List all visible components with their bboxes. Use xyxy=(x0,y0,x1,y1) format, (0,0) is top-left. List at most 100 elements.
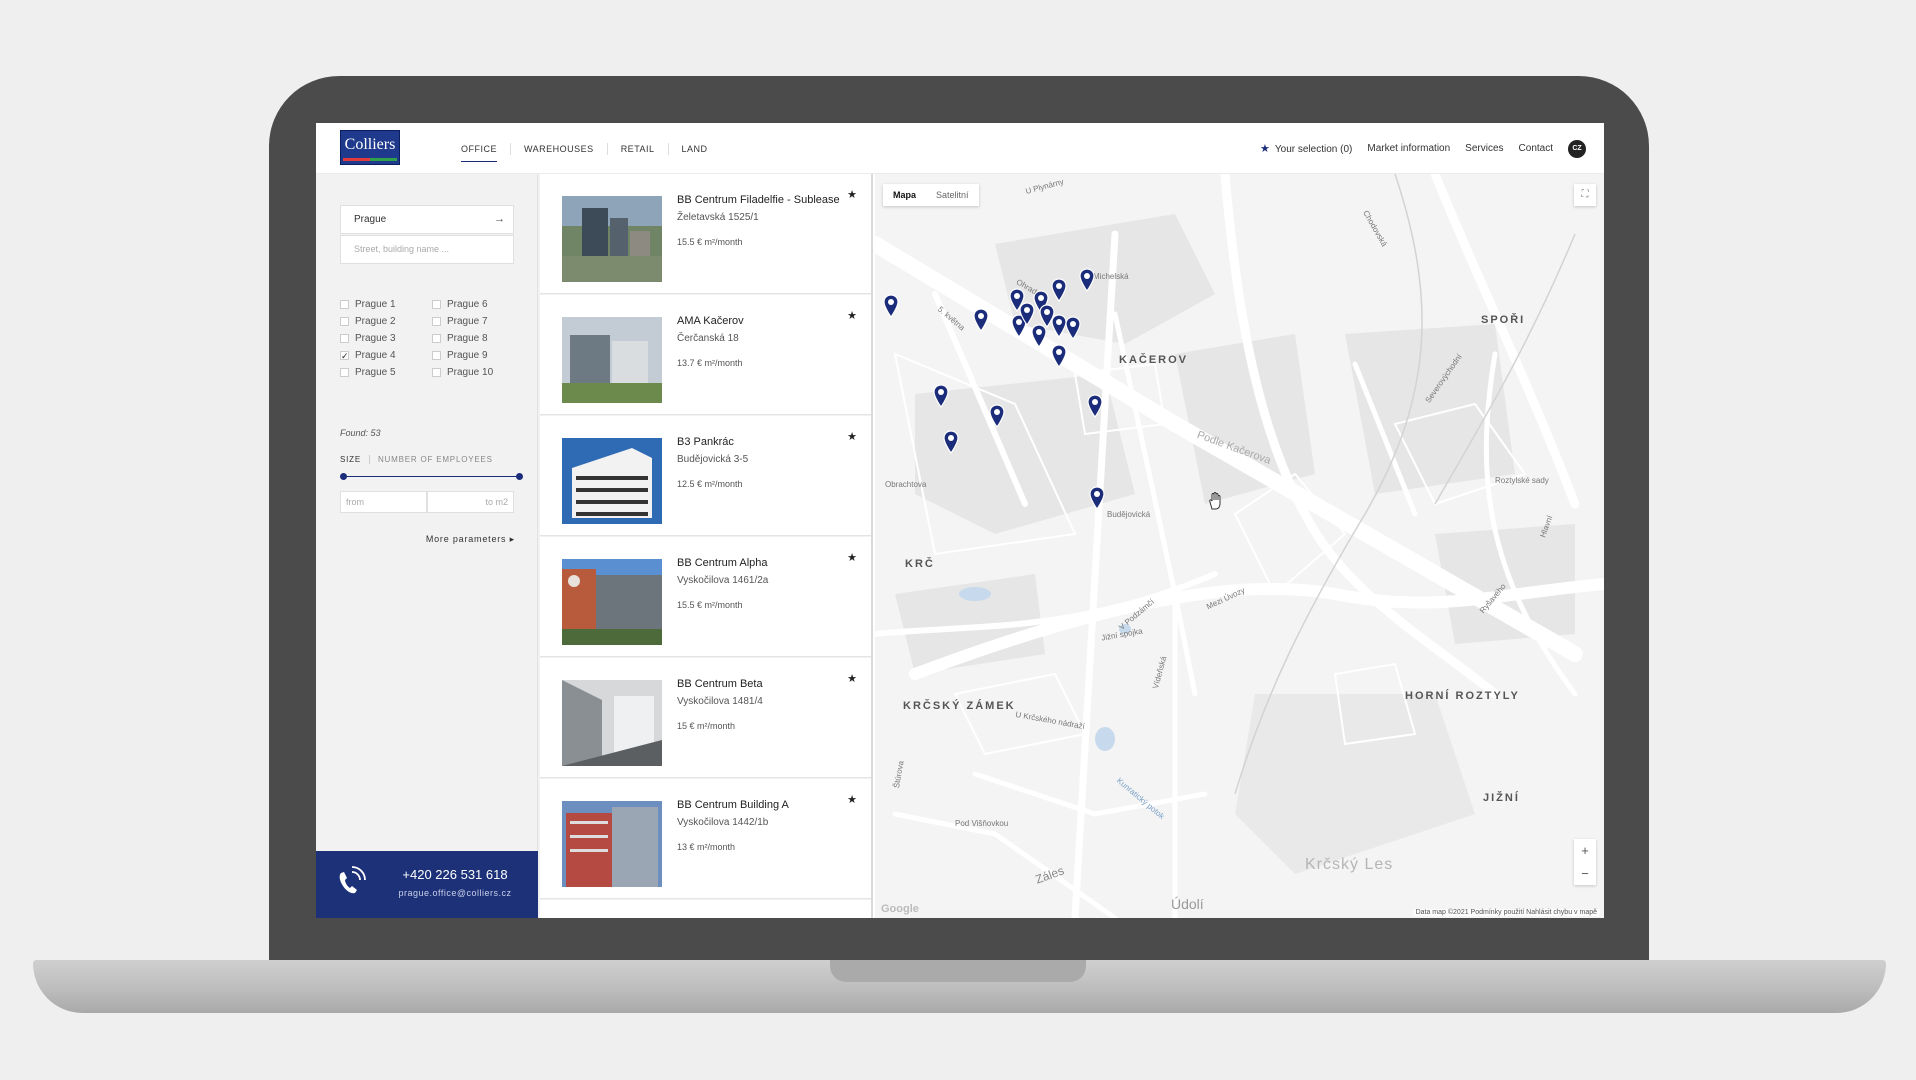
checkbox-icon[interactable] xyxy=(432,333,441,343)
map-tab-satellite[interactable]: Satelitní xyxy=(926,184,979,206)
property-price: 15.5 € m²/month xyxy=(677,237,743,247)
street-label: Roztylské sady xyxy=(1495,476,1549,485)
map-pin-icon[interactable] xyxy=(1019,302,1035,326)
map-attribution[interactable]: Data map ©2021 Podmínky použití Nahlásit… xyxy=(1412,909,1600,916)
district-checkbox[interactable]: Prague 1 xyxy=(340,297,432,311)
nav-retail[interactable]: RETAIL xyxy=(608,142,669,155)
property-title[interactable]: AMA Kačerov xyxy=(677,315,744,327)
checkbox-checked-icon[interactable]: ✓ xyxy=(340,350,349,360)
district-checkbox[interactable]: Prague 3 xyxy=(340,331,432,345)
nav-warehouses[interactable]: WAREHOUSES xyxy=(511,142,608,155)
city-select[interactable]: Prague → xyxy=(340,205,514,234)
map-pin-icon[interactable] xyxy=(1051,344,1067,368)
property-photo xyxy=(562,317,662,403)
your-selection-link[interactable]: ★ Your selection (0) xyxy=(1260,142,1352,155)
more-parameters-link[interactable]: More parameters ▸ xyxy=(426,534,515,545)
favorite-star-icon[interactable]: ★ xyxy=(847,188,857,201)
district-checkbox[interactable]: ✓ Prague 4 xyxy=(340,348,432,362)
checkbox-icon[interactable] xyxy=(432,299,441,309)
district-checkbox[interactable]: Prague 2 xyxy=(340,314,432,328)
map-pin-icon[interactable] xyxy=(1031,324,1047,348)
district-checkbox[interactable]: Prague 10 xyxy=(432,365,520,379)
slider-min-handle[interactable] xyxy=(340,473,347,480)
map-pin-icon[interactable] xyxy=(989,404,1005,428)
district-label: Prague 7 xyxy=(447,315,488,327)
zoom-out-button[interactable]: − xyxy=(1574,862,1596,885)
market-information-link[interactable]: Market information xyxy=(1367,143,1450,154)
services-link[interactable]: Services xyxy=(1465,143,1503,154)
district-checkbox[interactable]: Prague 6 xyxy=(432,297,520,311)
property-title[interactable]: BB Centrum Building A xyxy=(677,799,789,811)
property-title[interactable]: BB Centrum Filadelfie - Sublease xyxy=(677,194,840,206)
language-switch[interactable]: CZ xyxy=(1568,139,1586,158)
map-pin-icon[interactable] xyxy=(1079,268,1095,292)
slider-max-handle[interactable] xyxy=(516,473,523,480)
size-range-slider[interactable] xyxy=(340,473,523,480)
favorite-star-icon[interactable]: ★ xyxy=(847,793,857,806)
street-search-input[interactable]: Street, building name ... xyxy=(340,235,514,264)
arrow-right-icon[interactable]: → xyxy=(494,206,505,233)
property-card[interactable]: BB Centrum Beta Vyskočilova 1481/4 15 € … xyxy=(540,658,871,778)
map-pin-icon[interactable] xyxy=(1087,394,1103,418)
checkbox-icon[interactable] xyxy=(340,333,349,343)
district-checkbox[interactable]: Prague 5 xyxy=(340,365,432,379)
property-photo xyxy=(562,196,662,282)
map-label-krcsky-les: Krčský Les xyxy=(1305,856,1394,873)
tab-size[interactable]: SIZE xyxy=(340,455,370,464)
map-roads xyxy=(875,174,1604,918)
property-price: 12.5 € m²/month xyxy=(677,479,743,489)
property-card[interactable]: AMA Kačerov Čerčanská 18 13.7 € m²/month… xyxy=(540,295,871,415)
map-pin-icon[interactable] xyxy=(973,308,989,332)
colliers-logo[interactable]: Colliers xyxy=(340,130,400,165)
map-pin-icon[interactable] xyxy=(933,384,949,408)
size-from-input[interactable]: from xyxy=(340,491,427,513)
property-card[interactable] xyxy=(540,900,871,918)
district-checkbox[interactable]: Prague 9 xyxy=(432,348,520,362)
district-checkbox[interactable]: Prague 8 xyxy=(432,331,520,345)
district-label: Prague 4 xyxy=(355,349,396,361)
property-address: Čerčanská 18 xyxy=(677,333,739,344)
favorite-star-icon[interactable]: ★ xyxy=(847,551,857,564)
property-card[interactable]: BB Centrum Alpha Vyskočilova 1461/2a 15.… xyxy=(540,537,871,657)
contact-link[interactable]: Contact xyxy=(1519,143,1553,154)
tab-number-of-employees[interactable]: NUMBER OF EMPLOYEES xyxy=(378,455,493,464)
property-title[interactable]: B3 Pankrác xyxy=(677,436,734,448)
map-pin-icon[interactable] xyxy=(1065,316,1081,340)
checkbox-icon[interactable] xyxy=(432,350,441,360)
map-tab-map[interactable]: Mapa xyxy=(883,184,926,206)
fullscreen-icon[interactable]: ⛶ xyxy=(1574,184,1596,206)
map-pin-icon[interactable] xyxy=(1089,486,1105,510)
district-label: Prague 3 xyxy=(355,332,396,344)
property-address: Budějovická 3-5 xyxy=(677,454,749,465)
zoom-in-button[interactable]: + xyxy=(1574,839,1596,862)
checkbox-icon[interactable] xyxy=(432,316,441,326)
favorite-star-icon[interactable]: ★ xyxy=(847,430,857,443)
property-photo xyxy=(562,559,662,645)
favorite-star-icon[interactable]: ★ xyxy=(847,309,857,322)
contact-box: +420 226 531 618 prague.office@colliers.… xyxy=(316,851,538,918)
district-checkbox[interactable]: Prague 7 xyxy=(432,314,520,328)
property-card[interactable]: BB Centrum Building A Vyskočilova 1442/1… xyxy=(540,779,871,899)
property-address: Vyskočilova 1461/2a xyxy=(677,575,769,586)
nav-office[interactable]: OFFICE xyxy=(448,142,511,162)
size-to-input[interactable]: to m2 xyxy=(427,491,514,513)
checkbox-icon[interactable] xyxy=(340,367,349,377)
property-title[interactable]: BB Centrum Alpha xyxy=(677,557,768,569)
district-label: Prague 5 xyxy=(355,366,396,378)
checkbox-icon[interactable] xyxy=(432,367,441,377)
checkbox-icon[interactable] xyxy=(340,316,349,326)
map-pin-icon[interactable] xyxy=(883,294,899,318)
property-map[interactable]: Mapa Satelitní ⛶ KAČEROV KRČ KRČSKÝ ZÁME… xyxy=(875,174,1604,918)
map-pin-icon[interactable] xyxy=(943,430,959,454)
contact-email[interactable]: prague.office@colliers.cz xyxy=(380,888,530,898)
favorite-star-icon[interactable]: ★ xyxy=(847,672,857,685)
hand-cursor-icon xyxy=(1209,492,1221,510)
property-list: BB Centrum Filadelfie - Sublease Želetav… xyxy=(538,174,873,918)
checkbox-icon[interactable] xyxy=(340,299,349,309)
map-pin-icon[interactable] xyxy=(1051,278,1067,302)
property-card[interactable]: B3 Pankrác Budějovická 3-5 12.5 € m²/mon… xyxy=(540,416,871,536)
property-title[interactable]: BB Centrum Beta xyxy=(677,678,763,690)
contact-phone[interactable]: +420 226 531 618 xyxy=(380,867,530,882)
property-card[interactable]: BB Centrum Filadelfie - Sublease Želetav… xyxy=(540,174,871,294)
nav-land[interactable]: LAND xyxy=(669,143,721,155)
